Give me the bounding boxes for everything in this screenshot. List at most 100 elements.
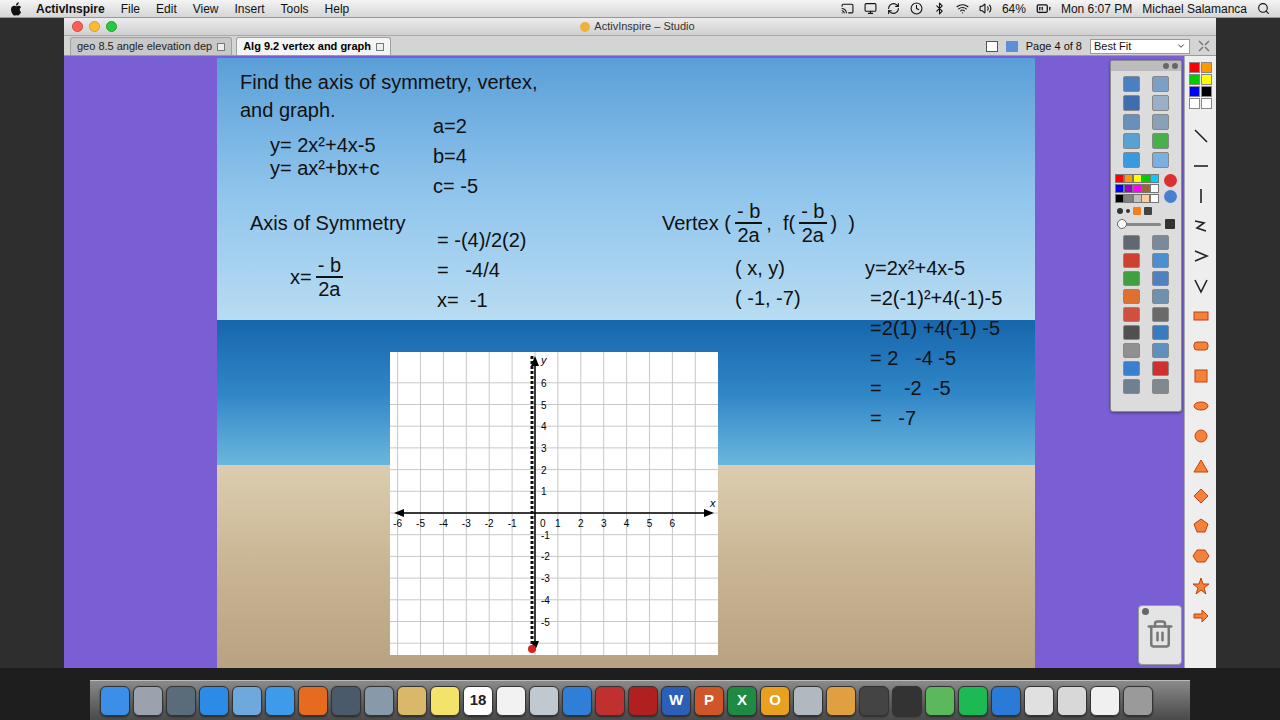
menu-item[interactable]: Edit bbox=[156, 0, 177, 18]
color-swatch[interactable] bbox=[1124, 174, 1133, 183]
tab-label[interactable]: Alg 9.2 vertex and graph bbox=[243, 38, 371, 55]
tool-icon[interactable] bbox=[1152, 133, 1169, 149]
slider-thumb[interactable] bbox=[1117, 219, 1127, 229]
tool-icon[interactable] bbox=[1123, 95, 1140, 111]
tool-icon[interactable] bbox=[1152, 271, 1169, 286]
dock-app-icon[interactable] bbox=[166, 686, 196, 716]
dock-app-icon[interactable] bbox=[925, 686, 955, 716]
zigzag-shape-icon[interactable] bbox=[1192, 217, 1210, 235]
color-swatch[interactable] bbox=[1133, 174, 1142, 183]
vline-shape-icon[interactable] bbox=[1192, 187, 1210, 205]
tool-icon[interactable] bbox=[1123, 325, 1140, 340]
dock-app-icon[interactable]: X bbox=[727, 686, 757, 716]
toolbox-close-icon[interactable] bbox=[1172, 63, 1178, 69]
volume-icon[interactable] bbox=[979, 2, 992, 15]
color-swatch[interactable] bbox=[1141, 174, 1150, 183]
dock-app-icon[interactable] bbox=[364, 686, 394, 716]
dock-app-icon[interactable]: W bbox=[661, 686, 691, 716]
dock-app-icon[interactable] bbox=[595, 686, 625, 716]
dock-app-icon[interactable] bbox=[232, 686, 262, 716]
color-swatch[interactable] bbox=[1201, 98, 1212, 109]
display-icon[interactable] bbox=[864, 2, 877, 15]
battery-icon[interactable] bbox=[1036, 1, 1051, 16]
dock-app-icon[interactable] bbox=[397, 686, 427, 716]
tool-icon[interactable] bbox=[1152, 95, 1169, 111]
color-swatch[interactable] bbox=[1124, 194, 1133, 203]
menu-item[interactable]: Help bbox=[325, 0, 350, 18]
dock-app-icon[interactable]: 18 bbox=[463, 686, 493, 716]
menu-item[interactable]: Tools bbox=[281, 0, 309, 18]
wifi-icon[interactable] bbox=[956, 2, 969, 15]
color-swatch[interactable] bbox=[1189, 74, 1200, 85]
color-swatch[interactable] bbox=[1133, 184, 1142, 193]
tool-icon[interactable] bbox=[1123, 307, 1140, 322]
spotlight-icon[interactable] bbox=[1257, 2, 1270, 15]
toolbox[interactable] bbox=[1110, 60, 1182, 412]
tool-icon[interactable] bbox=[1152, 325, 1169, 340]
tool-icon[interactable] bbox=[1123, 235, 1140, 250]
color-swatch[interactable] bbox=[1201, 74, 1212, 85]
diamond-shape-icon[interactable] bbox=[1192, 487, 1210, 505]
color-swatch[interactable] bbox=[1141, 194, 1150, 203]
dock-app-icon[interactable] bbox=[628, 686, 658, 716]
tool-icon[interactable] bbox=[1152, 361, 1169, 376]
dock-app-icon[interactable] bbox=[529, 686, 559, 716]
dock-app-icon[interactable]: P bbox=[694, 686, 724, 716]
fullscreen-icon[interactable] bbox=[1198, 40, 1210, 52]
color-swatch[interactable] bbox=[1150, 184, 1159, 193]
dock-app-icon[interactable] bbox=[199, 686, 229, 716]
line-shape-icon[interactable] bbox=[1192, 127, 1210, 145]
pen-width-icon[interactable] bbox=[1126, 209, 1130, 213]
color-swatch[interactable] bbox=[1201, 62, 1212, 73]
tool-icon[interactable] bbox=[1152, 253, 1169, 268]
pen-width-icon[interactable] bbox=[1117, 208, 1123, 214]
color-swatch[interactable] bbox=[1150, 174, 1159, 183]
color-swatch[interactable] bbox=[1189, 98, 1200, 109]
dock-app-icon[interactable] bbox=[991, 686, 1021, 716]
tool-icon[interactable] bbox=[1123, 343, 1140, 358]
color-swatch[interactable] bbox=[1115, 174, 1124, 183]
dock-app-icon[interactable] bbox=[298, 686, 328, 716]
zoom-value[interactable]: Best Fit bbox=[1094, 38, 1131, 55]
dock-app-icon[interactable] bbox=[859, 686, 889, 716]
trash-close-icon[interactable] bbox=[1142, 608, 1149, 615]
user-name[interactable]: Michael Salamanca bbox=[1142, 0, 1247, 18]
dock-app-icon[interactable] bbox=[100, 686, 130, 716]
time-machine-icon[interactable] bbox=[910, 2, 923, 15]
color-swatch[interactable] bbox=[1133, 194, 1142, 203]
tool-icon[interactable] bbox=[1152, 307, 1169, 322]
tool-icon[interactable] bbox=[1123, 379, 1140, 394]
lock-icon[interactable] bbox=[1165, 219, 1175, 229]
tool-icon[interactable] bbox=[1152, 289, 1169, 304]
toolbox-collapse-icon[interactable] bbox=[1163, 63, 1169, 69]
dock-app-icon[interactable]: O bbox=[760, 686, 790, 716]
airplay-icon[interactable] bbox=[841, 2, 854, 15]
dock-app-icon[interactable] bbox=[430, 686, 460, 716]
bluetooth-icon[interactable] bbox=[933, 2, 946, 15]
triangle-shape-icon[interactable] bbox=[1192, 457, 1210, 475]
close-button[interactable] bbox=[72, 21, 83, 32]
menu-item[interactable]: File bbox=[121, 0, 140, 18]
menu-item[interactable]: View bbox=[193, 0, 219, 18]
tool-icon[interactable] bbox=[1123, 361, 1140, 376]
page-sorter-icon[interactable] bbox=[1006, 41, 1018, 52]
pen-width-icon[interactable] bbox=[1133, 207, 1141, 215]
zoom-select[interactable]: Best Fit bbox=[1090, 39, 1190, 54]
color-swatch[interactable] bbox=[1124, 184, 1133, 193]
tool-icon[interactable] bbox=[1123, 114, 1140, 130]
dock-app-icon[interactable] bbox=[1057, 686, 1087, 716]
tab-close-icon[interactable] bbox=[217, 43, 225, 51]
flipchart-page[interactable]: Find the axis of symmetry, vertex,and gr… bbox=[217, 58, 1035, 668]
color-swatch[interactable] bbox=[1141, 184, 1150, 193]
tab[interactable]: geo 8.5 angle elevation dep bbox=[70, 37, 232, 55]
rounded-shape-icon[interactable] bbox=[1192, 337, 1210, 355]
tool-icon[interactable] bbox=[1152, 76, 1169, 92]
tool-icon[interactable] bbox=[1152, 152, 1169, 168]
dock-app-icon[interactable] bbox=[958, 686, 988, 716]
color-picker-icon[interactable] bbox=[1164, 190, 1177, 203]
arrow-shape-icon[interactable] bbox=[1192, 607, 1210, 625]
zoom-button[interactable] bbox=[106, 21, 117, 32]
trash-icon[interactable] bbox=[1145, 619, 1175, 649]
dock-app-icon[interactable] bbox=[826, 686, 856, 716]
tool-icon[interactable] bbox=[1123, 289, 1140, 304]
